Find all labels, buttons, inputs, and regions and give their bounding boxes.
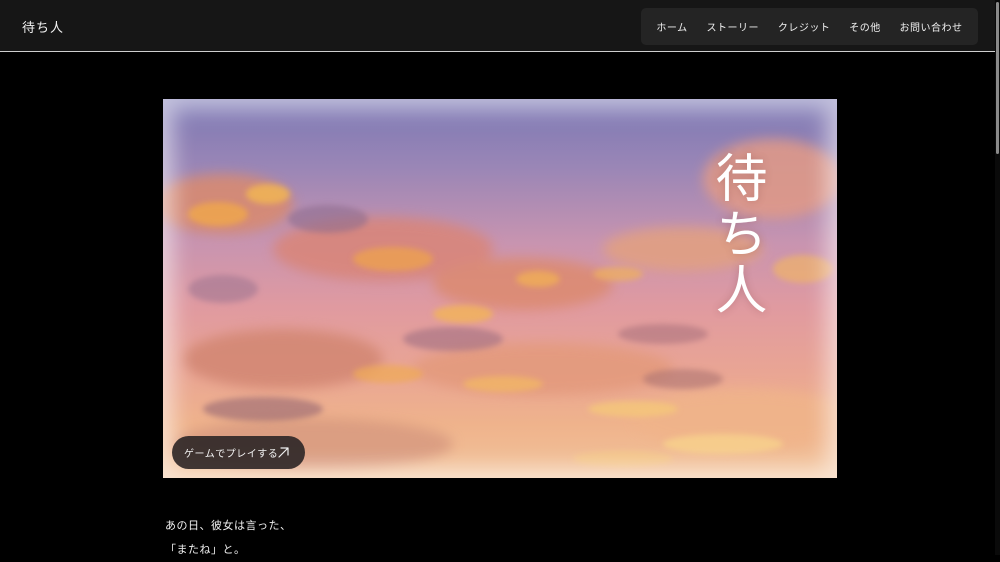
nav-item-story[interactable]: ストーリー: [706, 19, 759, 34]
nav-item-contact[interactable]: お問い合わせ: [900, 19, 963, 34]
story-line: 「またね」と。: [165, 543, 246, 556]
main-nav: ホーム ストーリー クレジット その他 お問い合わせ: [641, 8, 978, 45]
arrow-up-right-icon: [278, 447, 289, 458]
play-game-button[interactable]: ゲームでプレイする: [172, 436, 305, 469]
hero-title: 待ち人: [706, 151, 766, 319]
site-header: 待ち人 ホーム ストーリー クレジット その他 お問い合わせ: [0, 0, 995, 52]
nav-item-home[interactable]: ホーム: [656, 19, 687, 34]
hero-banner: 待ち人 ゲームでプレイする: [163, 99, 837, 478]
site-title[interactable]: 待ち人: [22, 17, 64, 36]
story-line: あの日、彼女は言った、: [165, 519, 292, 532]
scrollbar-thumb[interactable]: [996, 2, 999, 154]
nav-item-other[interactable]: その他: [849, 19, 881, 34]
play-game-button-label: ゲームでプレイする: [184, 449, 279, 460]
nav-item-credits[interactable]: クレジット: [778, 19, 831, 34]
